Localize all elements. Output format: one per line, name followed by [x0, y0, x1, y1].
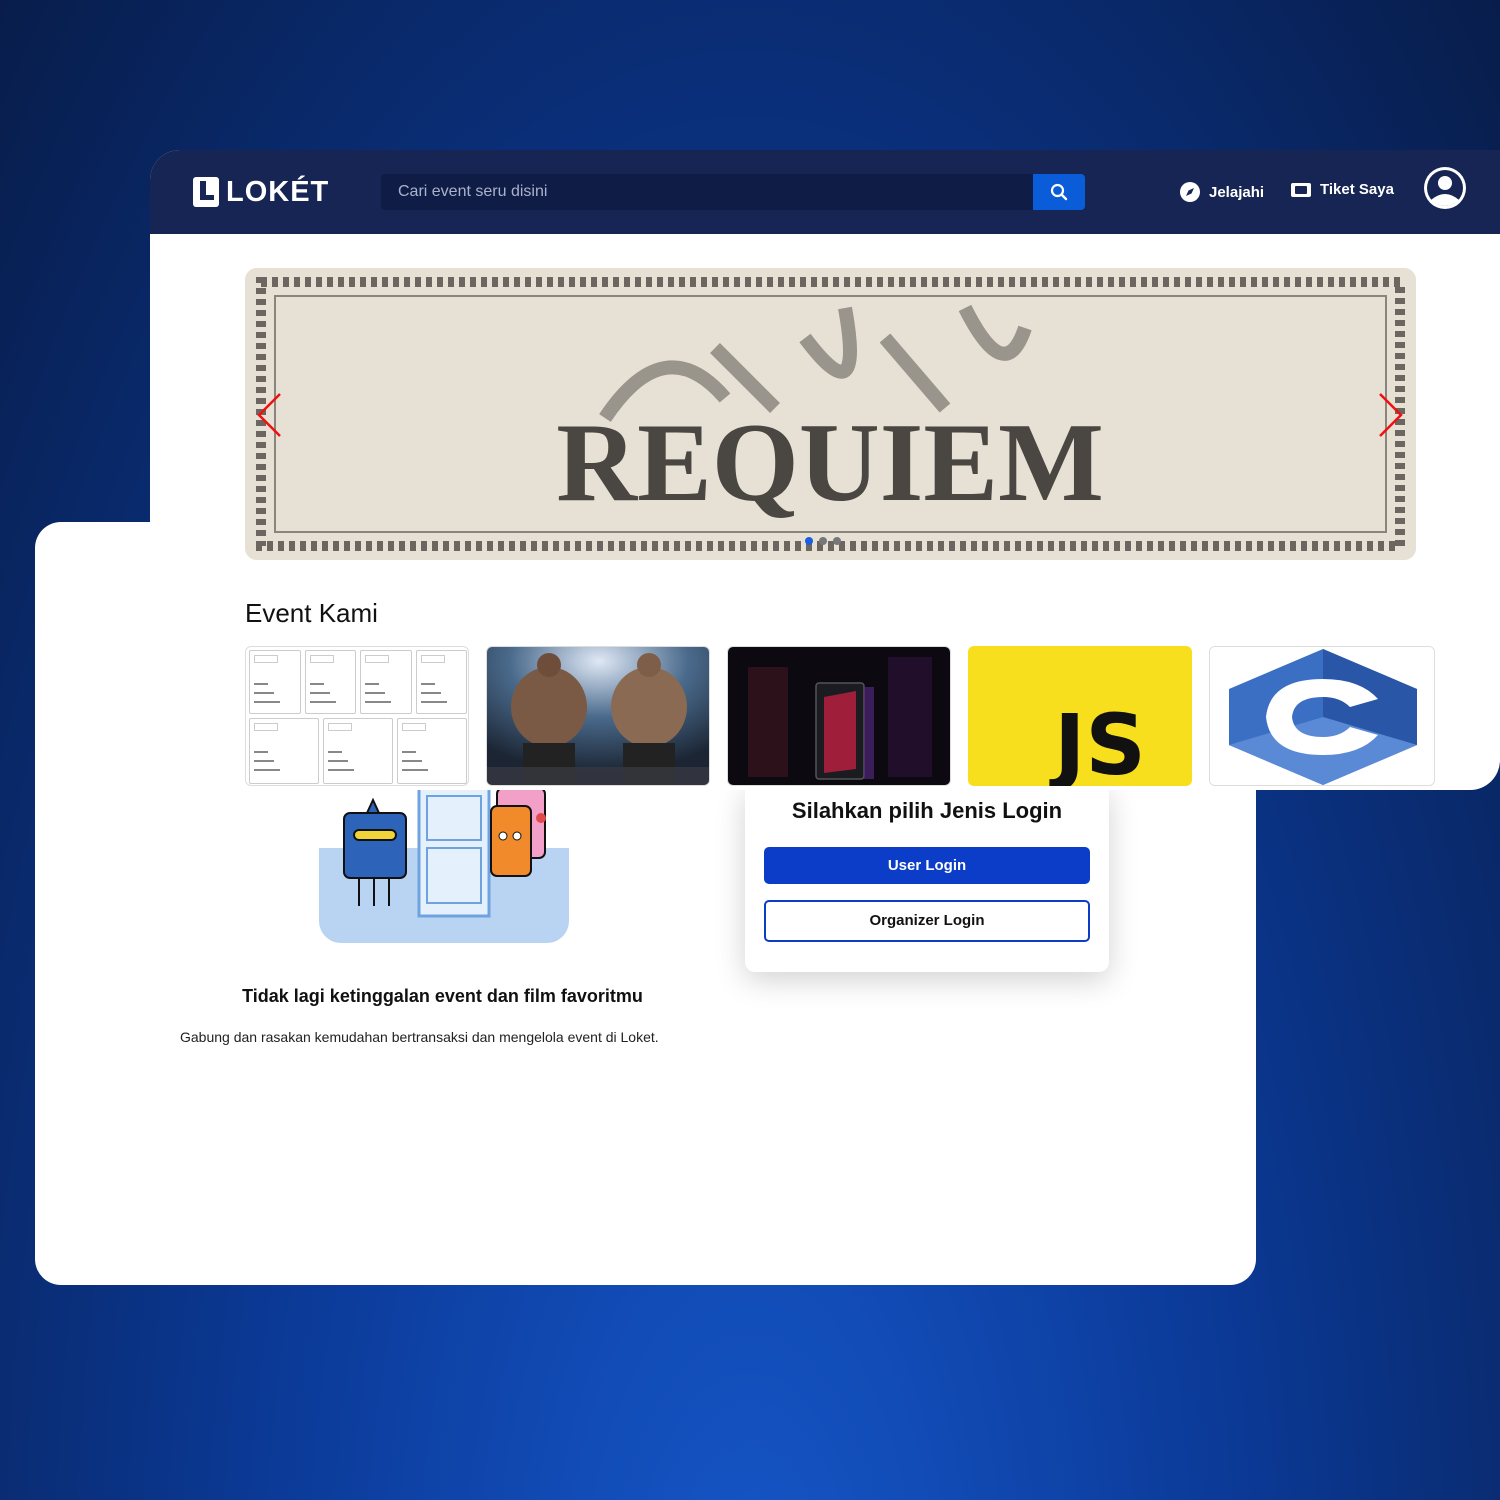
carousel-dots	[805, 537, 841, 545]
nav-tiket-label: Tiket Saya	[1320, 181, 1394, 198]
event-card[interactable]	[486, 646, 710, 786]
carousel-dot[interactable]	[833, 537, 841, 545]
search-button[interactable]	[1033, 174, 1085, 210]
user-avatar[interactable]	[1423, 166, 1467, 210]
nav-jelajahi-label: Jelajahi	[1209, 183, 1265, 201]
login-illustration	[319, 786, 569, 944]
event-list-thumbnail	[249, 650, 467, 714]
brand-logo[interactable]: LOKÉT	[192, 174, 329, 210]
login-subtext: Gabung dan rasakan kemudahan bertransaks…	[180, 1029, 659, 1045]
event-site-window: LOKÉT Jelajahi Tiket Saya	[150, 150, 1500, 790]
login-type-card: Silahkan pilih Jenis Login User Login Or…	[745, 784, 1109, 972]
ticket-icon	[1291, 182, 1311, 197]
event-list-thumbnail-row2	[249, 718, 467, 784]
brand-name: LOKÉT	[226, 175, 330, 208]
event-card[interactable]	[727, 646, 951, 786]
carousel-dot[interactable]	[819, 537, 827, 545]
loket-logo-icon	[193, 177, 219, 207]
login-card-title: Silahkan pilih Jenis Login	[791, 798, 1063, 823]
navbar: LOKÉT Jelajahi Tiket Saya	[150, 150, 1500, 234]
nav-tiket-saya[interactable]: Tiket Saya	[1290, 181, 1394, 198]
js-logo-text: JS	[1049, 696, 1146, 786]
login-headline: Tidak lagi ketinggalan event dan film fa…	[242, 986, 643, 1006]
compass-icon	[1180, 182, 1200, 202]
event-card[interactable]: JS	[968, 646, 1192, 786]
js-logo: JS	[968, 646, 1192, 786]
fighters-image	[487, 647, 709, 785]
event-card[interactable]	[1209, 646, 1435, 786]
carousel-prev-arrow[interactable]	[255, 390, 285, 440]
user-avatar-icon	[1424, 167, 1466, 209]
section-title: Event Kami	[245, 598, 378, 628]
search-box	[381, 174, 1033, 210]
search-input[interactable]	[381, 174, 1033, 210]
user-login-button[interactable]: User Login	[764, 847, 1090, 884]
carousel-dot[interactable]	[805, 537, 813, 545]
c-language-logo	[1210, 647, 1434, 785]
nav-jelajahi[interactable]: Jelajahi	[1179, 181, 1264, 203]
organizer-login-button[interactable]: Organizer Login	[764, 900, 1090, 942]
search-icon	[1050, 183, 1068, 201]
banner-carousel: REQUIEM	[245, 268, 1416, 560]
requiem-banner-image: REQUIEM	[245, 268, 1416, 560]
banner-title: REQUIEM	[556, 401, 1104, 525]
carousel-next-arrow[interactable]	[1375, 390, 1405, 440]
event-cards-row: JS	[245, 646, 1435, 790]
event-card[interactable]	[245, 646, 469, 786]
pc-tower-image	[728, 647, 950, 785]
